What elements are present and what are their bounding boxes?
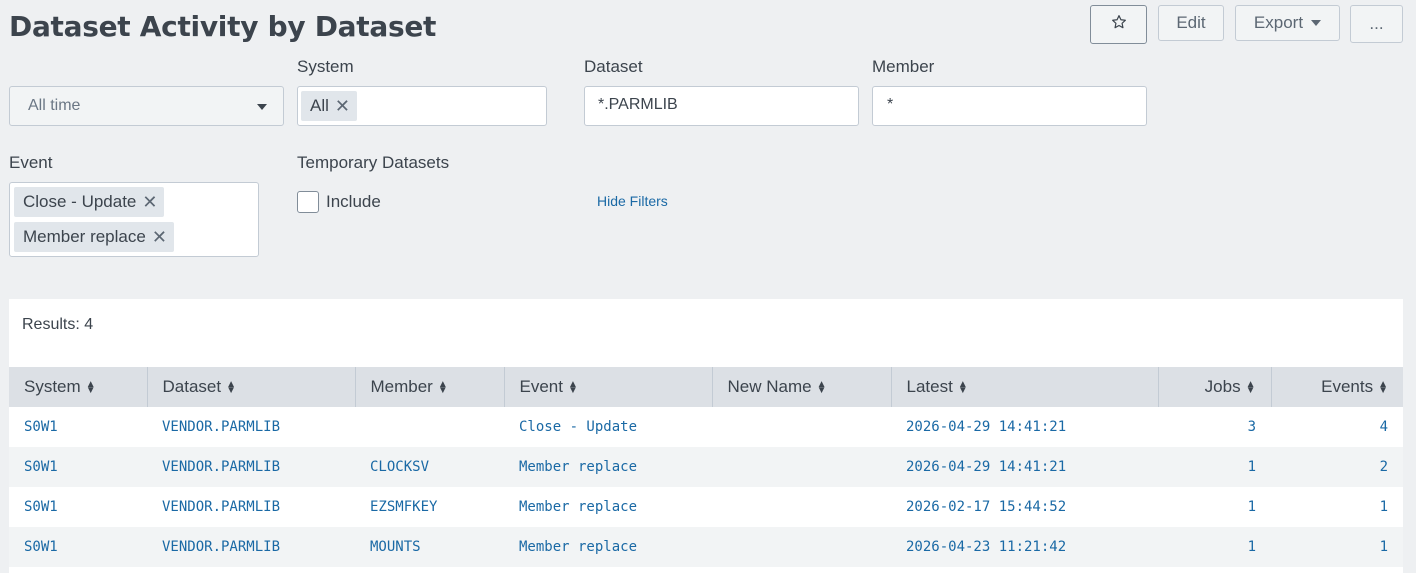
cell-latest[interactable]: 2026-04-23 11:21:42 xyxy=(891,527,1158,567)
cell-events[interactable]: 1 xyxy=(1271,527,1403,567)
page-title: Dataset Activity by Dataset xyxy=(9,10,437,43)
cell-events[interactable]: 2 xyxy=(1271,447,1403,487)
event-chip[interactable]: Close - Update ✕ xyxy=(14,187,165,217)
remove-icon[interactable]: ✕ xyxy=(152,227,167,248)
event-chip-label: Close - Update xyxy=(23,192,137,211)
cell-jobs[interactable]: 1 xyxy=(1158,447,1271,487)
table-row: S0W1 VENDOR.PARMLIB CLOCKSV Member repla… xyxy=(9,447,1403,487)
cell-dataset[interactable]: VENDOR.PARMLIB xyxy=(147,447,355,487)
column-header-new-name[interactable]: New Name ▲ ▼ xyxy=(712,367,892,407)
results-panel: Results: 4 System ▲ ▼ Dataset ▲ ▼ Member ▲ ▼ E… xyxy=(9,299,1403,573)
sort-icon: ▲ ▼ xyxy=(85,378,96,396)
cell-member[interactable]: CLOCKSV xyxy=(355,447,504,487)
hide-filters-link[interactable]: Hide Filters xyxy=(597,193,668,209)
sort-icon: ▲ ▼ xyxy=(437,378,448,396)
sort-icon: ▲ ▼ xyxy=(957,378,968,396)
results-count: Results: 4 xyxy=(22,316,94,333)
cell-new-name[interactable] xyxy=(712,487,891,527)
sort-icon: ▲ ▼ xyxy=(567,378,578,396)
caret-down-icon xyxy=(1311,20,1322,26)
member-label: Member xyxy=(872,57,935,76)
column-header-event[interactable]: Event ▲ ▼ xyxy=(504,367,713,407)
cell-dataset[interactable]: VENDOR.PARMLIB xyxy=(147,487,355,527)
cell-system[interactable]: S0W1 xyxy=(9,407,147,447)
cell-jobs[interactable]: 1 xyxy=(1158,487,1271,527)
time-range-value: All time xyxy=(28,97,81,114)
member-input[interactable]: * xyxy=(872,86,1147,126)
cell-jobs[interactable]: 1 xyxy=(1158,527,1271,567)
table-row: S0W1 VENDOR.PARMLIB EZSMFKEY Member repl… xyxy=(9,487,1403,527)
cell-event[interactable]: Member replace xyxy=(504,527,712,567)
cell-member[interactable]: EZSMFKEY xyxy=(355,487,504,527)
cell-system[interactable]: S0W1 xyxy=(9,447,147,487)
system-label: System xyxy=(297,57,354,76)
dropdown-arrow-icon xyxy=(257,104,267,110)
event-chip[interactable]: Member replace ✕ xyxy=(14,222,174,252)
sort-icon: ▲ ▼ xyxy=(1378,378,1388,396)
cell-new-name[interactable] xyxy=(712,447,891,487)
star-icon xyxy=(1111,14,1127,35)
dataset-input[interactable]: *.PARMLIB xyxy=(584,86,859,126)
export-button[interactable]: Export xyxy=(1235,5,1340,41)
table-row: S0W1 VENDOR.PARMLIB Close - Update 2026-… xyxy=(9,407,1403,447)
cell-events[interactable]: 4 xyxy=(1271,407,1403,447)
event-label: Event xyxy=(9,153,53,172)
edit-button[interactable]: Edit xyxy=(1158,5,1224,41)
cell-event[interactable]: Close - Update xyxy=(504,407,712,447)
sort-icon: ▲ ▼ xyxy=(816,378,827,396)
cell-jobs[interactable]: 3 xyxy=(1158,407,1271,447)
column-header-events[interactable]: Events ▲ ▼ xyxy=(1271,367,1403,407)
remove-icon[interactable]: ✕ xyxy=(142,192,157,213)
favorite-button[interactable] xyxy=(1090,5,1147,44)
cell-events[interactable]: 1 xyxy=(1271,487,1403,527)
remove-icon[interactable]: ✕ xyxy=(335,96,350,117)
table-row: S0W1 VENDOR.PARMLIB MOUNTS Member replac… xyxy=(9,527,1403,567)
cell-latest[interactable]: 2026-02-17 15:44:52 xyxy=(891,487,1158,527)
cell-system[interactable]: S0W1 xyxy=(9,487,147,527)
cell-new-name[interactable] xyxy=(712,527,891,567)
column-header-system[interactable]: System ▲ ▼ xyxy=(9,367,148,407)
column-header-dataset[interactable]: Dataset ▲ ▼ xyxy=(147,367,356,407)
export-label: Export xyxy=(1253,13,1304,32)
cell-latest[interactable]: 2026-04-29 14:41:21 xyxy=(891,407,1158,447)
include-label[interactable]: Include xyxy=(326,192,381,212)
event-chip-label: Member replace xyxy=(23,227,146,246)
event-multiselect[interactable]: Close - Update ✕ Member replace ✕ xyxy=(9,182,259,257)
more-actions-button[interactable]: ... xyxy=(1350,5,1403,43)
column-header-latest[interactable]: Latest ▲ ▼ xyxy=(891,367,1159,407)
temporary-datasets-label: Temporary Datasets xyxy=(297,153,450,172)
cell-system[interactable]: S0W1 xyxy=(9,527,147,567)
sort-icon: ▲ ▼ xyxy=(1245,378,1256,396)
sort-icon: ▲ ▼ xyxy=(226,378,236,396)
cell-event[interactable]: Member replace xyxy=(504,487,712,527)
time-range-picker[interactable]: All time xyxy=(9,86,284,126)
cell-dataset[interactable]: VENDOR.PARMLIB xyxy=(147,407,355,447)
cell-new-name[interactable] xyxy=(712,407,891,447)
cell-member[interactable]: MOUNTS xyxy=(355,527,504,567)
include-checkbox[interactable] xyxy=(297,191,319,213)
results-table: System ▲ ▼ Dataset ▲ ▼ Member ▲ ▼ Event ▲ ▼ New … xyxy=(9,367,1403,567)
column-header-member[interactable]: Member ▲ ▼ xyxy=(355,367,505,407)
system-chip[interactable]: All ✕ xyxy=(301,91,357,121)
cell-event[interactable]: Member replace xyxy=(504,447,712,487)
cell-dataset[interactable]: VENDOR.PARMLIB xyxy=(147,527,355,567)
system-multiselect[interactable]: All ✕ xyxy=(297,86,547,126)
cell-latest[interactable]: 2026-04-29 14:41:21 xyxy=(891,447,1158,487)
table-header-row: System ▲ ▼ Dataset ▲ ▼ Member ▲ ▼ Event ▲ ▼ New … xyxy=(9,367,1403,407)
system-chip-label: All xyxy=(310,96,329,115)
cell-member[interactable] xyxy=(355,407,504,447)
dataset-label: Dataset xyxy=(584,57,643,76)
column-header-jobs[interactable]: Jobs ▲ ▼ xyxy=(1158,367,1272,407)
